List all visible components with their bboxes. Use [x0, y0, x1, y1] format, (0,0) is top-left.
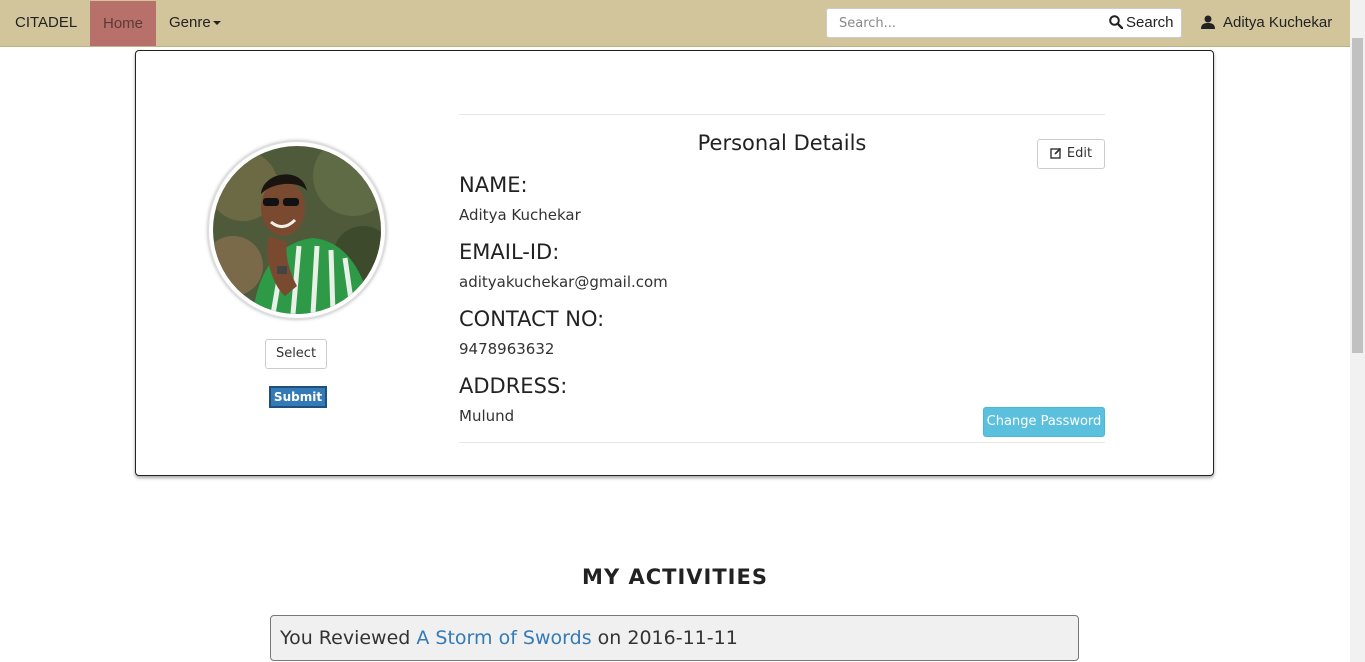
address-label: ADDRESS: [459, 374, 568, 398]
contact-label: CONTACT NO: [459, 307, 605, 331]
activity-book-link[interactable]: A Storm of Swords [416, 627, 591, 649]
name-value: Aditya Kuchekar [459, 206, 581, 224]
edit-icon [1050, 147, 1062, 159]
name-label: NAME: [459, 173, 528, 197]
brand-link[interactable]: CITADEL [0, 0, 92, 46]
activity-middle: on [597, 627, 622, 649]
section-title: Personal Details [697, 131, 867, 155]
caret-down-icon [212, 21, 221, 26]
search-input[interactable] [827, 9, 1105, 37]
address-value: Mulund [459, 407, 515, 425]
activity-item: You Reviewed A Storm of Swords on 2016-1… [270, 615, 1079, 661]
divider [459, 114, 1105, 115]
nav-genre-dropdown[interactable]: Genre [169, 0, 221, 46]
activity-date: 2016-11-11 [627, 627, 738, 649]
edit-button-label: Edit [1066, 146, 1093, 161]
divider [459, 442, 1105, 443]
scrollbar-thumb[interactable] [1352, 38, 1363, 353]
profile-card: Select Submit Personal Details Edit NAME… [135, 50, 1214, 476]
contact-value: 9478963632 [459, 340, 555, 358]
top-navbar: CITADEL Home Genre Search Aditya Kucheka… [0, 0, 1350, 47]
change-password-button[interactable]: Change Password [983, 407, 1105, 437]
email-label: EMAIL-ID: [459, 240, 560, 264]
avatar [207, 140, 387, 320]
page-scrollbar[interactable] [1350, 0, 1365, 662]
user-menu[interactable]: Aditya Kuchekar [1201, 0, 1332, 46]
activity-prefix: You Reviewed [280, 627, 411, 649]
nav-genre-label: Genre [169, 14, 211, 31]
search-button[interactable]: Search [1109, 12, 1174, 34]
email-value: adityakuchekar@gmail.com [459, 273, 668, 291]
search-button-label: Search [1126, 14, 1174, 31]
edit-button[interactable]: Edit [1037, 139, 1105, 169]
submit-photo-button[interactable]: Submit [269, 386, 327, 408]
user-icon [1201, 15, 1215, 29]
search-box: Search [826, 8, 1182, 38]
user-name: Aditya Kuchekar [1223, 14, 1333, 31]
avatar-photo [213, 146, 381, 314]
activities-title: MY ACTIVITIES [582, 565, 768, 589]
search-icon [1109, 15, 1124, 30]
select-photo-button[interactable]: Select [265, 339, 327, 369]
nav-home[interactable]: Home [90, 1, 156, 46]
